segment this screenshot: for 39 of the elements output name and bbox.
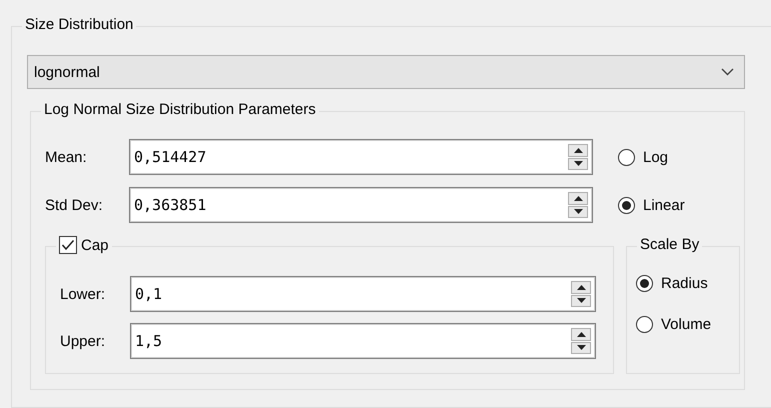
distribution-dropdown[interactable]: lognormal	[27, 55, 745, 89]
number-field[interactable]: 1,5	[130, 323, 596, 359]
spin-down-button[interactable]	[568, 158, 588, 170]
down-triangle-icon	[574, 209, 582, 214]
radio-label: Linear	[643, 196, 685, 214]
spin-down-button[interactable]	[571, 294, 591, 307]
chevron-down-icon	[721, 68, 734, 76]
spin-up-button[interactable]	[568, 144, 588, 156]
down-triangle-icon	[574, 161, 582, 166]
number-field[interactable]: 0,363851	[129, 187, 593, 223]
group-title: Size Distribution	[25, 16, 134, 33]
field-label: Lower:	[60, 286, 106, 302]
radio-button[interactable]	[636, 316, 653, 333]
field-label: Std Dev:	[45, 196, 104, 214]
radio-button[interactable]	[636, 275, 653, 292]
spin-up-button[interactable]	[571, 328, 591, 340]
number-field[interactable]: 0,514427	[129, 139, 593, 175]
field-label: Mean:	[45, 148, 88, 166]
up-triangle-icon	[576, 332, 586, 337]
radio-button[interactable]	[618, 148, 635, 166]
checkbox-label: Cap	[81, 236, 109, 254]
down-triangle-icon	[576, 298, 586, 304]
field-label: Upper:	[60, 332, 106, 350]
checkbox[interactable]	[59, 236, 77, 254]
radio-label: Radius	[661, 275, 708, 292]
spin-up-button[interactable]	[571, 281, 591, 294]
down-triangle-icon	[576, 345, 586, 350]
number-field[interactable]: 0,1	[130, 276, 596, 312]
up-triangle-icon	[574, 196, 582, 201]
up-triangle-icon	[576, 284, 586, 290]
radio-label: Volume	[661, 316, 712, 333]
group-title: Log Normal Size Distribution Parameters	[44, 101, 316, 118]
radio-button[interactable]	[618, 196, 635, 214]
group-title: Scale By	[640, 236, 700, 253]
spin-down-button[interactable]	[571, 342, 591, 354]
radio-label: Log	[643, 148, 668, 166]
up-triangle-icon	[574, 148, 582, 153]
spin-down-button[interactable]	[568, 206, 588, 218]
spin-up-button[interactable]	[568, 192, 588, 204]
